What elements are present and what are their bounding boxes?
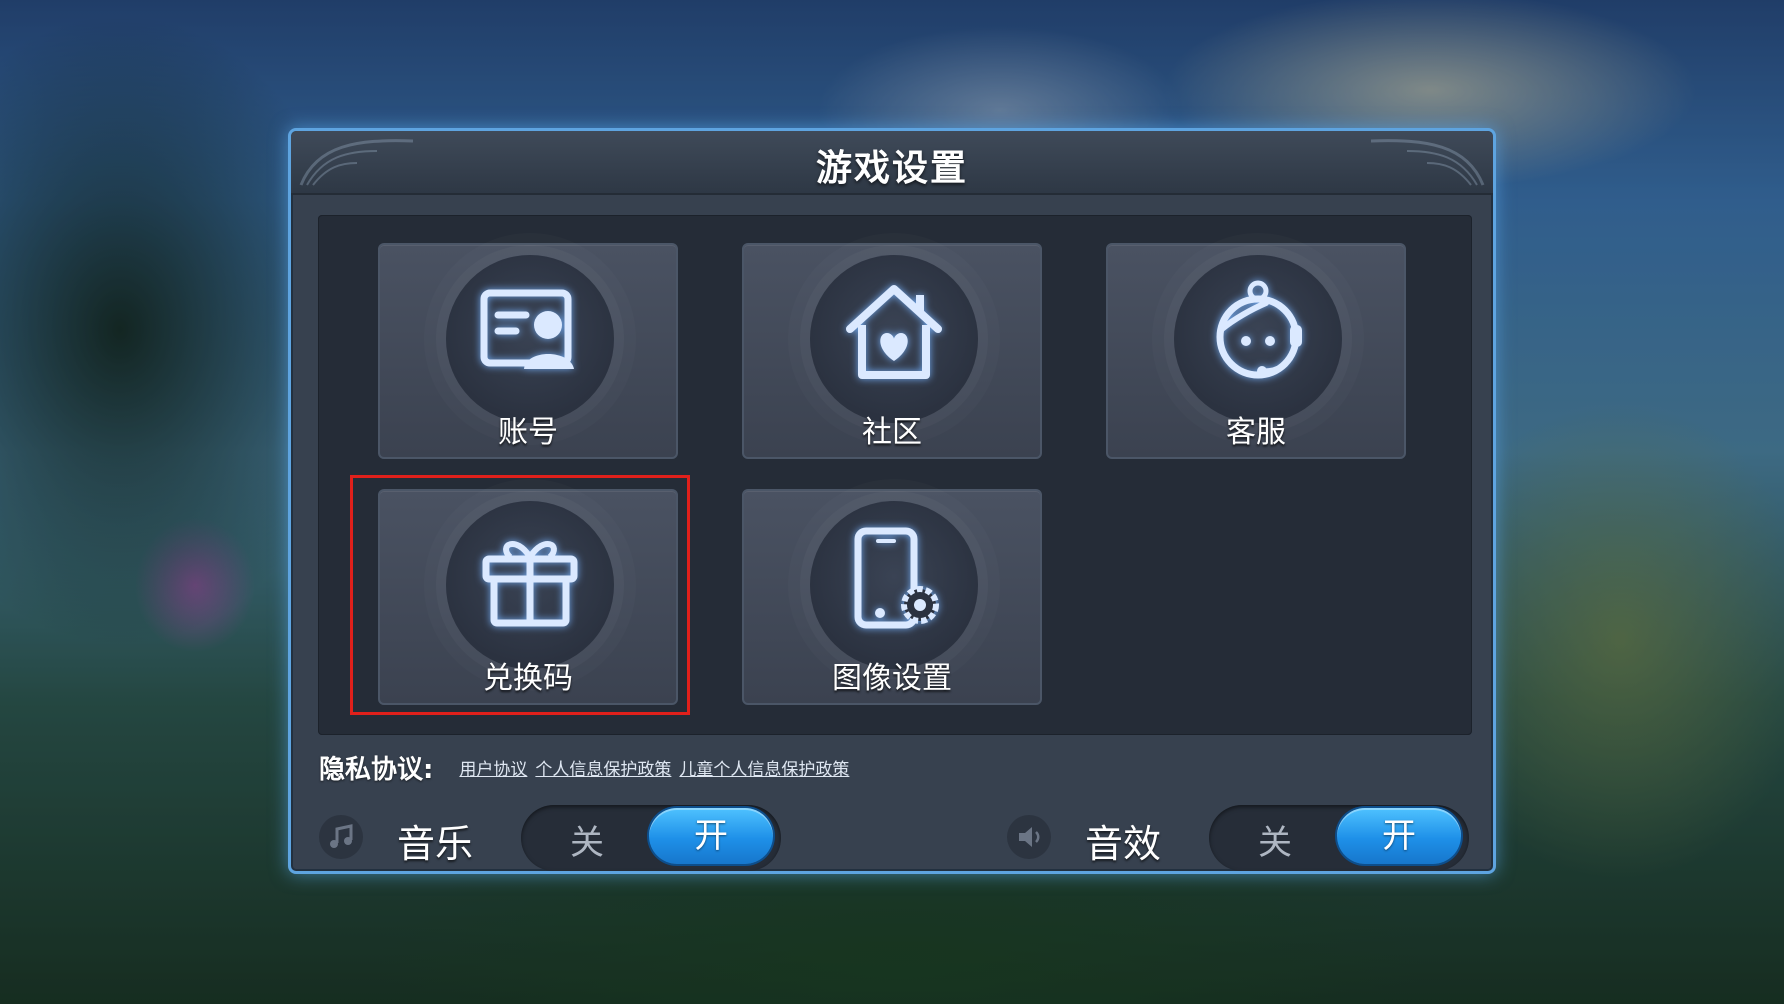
user-agreement-link[interactable]: 用户协议 <box>459 755 527 780</box>
music-note-icon <box>319 815 363 859</box>
music-toggle[interactable]: 关 开 <box>521 805 781 871</box>
music-label: 音乐 <box>397 822 474 866</box>
community-tile[interactable]: 社区 <box>742 243 1042 459</box>
icon-disc <box>810 255 978 423</box>
sound-off-option[interactable]: 关 <box>1243 815 1307 864</box>
graphics-settings-tile[interactable]: 图像设置 <box>742 489 1042 705</box>
sound-effects-setting: 音效 关 开 <box>1007 801 1473 871</box>
tile-label: 图像设置 <box>832 661 952 696</box>
icon-disc <box>446 255 614 423</box>
privacy-policy-link[interactable]: 个人信息保护政策 <box>535 755 671 780</box>
selection-highlight <box>350 475 690 715</box>
dialog-header: 游戏设置 <box>291 131 1493 195</box>
sound-effects-toggle[interactable]: 关 开 <box>1209 805 1469 871</box>
sound-effects-label: 音效 <box>1085 822 1162 866</box>
tile-label: 账号 <box>498 415 558 450</box>
child-privacy-policy-link[interactable]: 儿童个人信息保护政策 <box>679 755 849 780</box>
settings-dialog: 游戏设置 账号 社区 客服 兑换码 图像设置 隐私协议: 用户协议 个人信息保护… <box>288 128 1496 874</box>
account-card-icon <box>480 289 574 369</box>
music-setting: 音乐 关 开 <box>319 801 781 871</box>
music-on-option[interactable]: 开 <box>649 808 773 864</box>
account-tile[interactable]: 账号 <box>378 243 678 459</box>
music-off-option[interactable]: 关 <box>555 815 619 864</box>
tile-label: 客服 <box>1226 415 1286 450</box>
tile-label: 社区 <box>862 415 922 450</box>
privacy-row: 隐私协议: 用户协议 个人信息保护政策 儿童个人信息保护政策 <box>319 747 857 787</box>
dialog-title: 游戏设置 <box>815 148 968 189</box>
customer-service-tile[interactable]: 客服 <box>1106 243 1406 459</box>
audio-settings-row: 音乐 关 开 音效 关 开 <box>319 801 1473 871</box>
sound-on-option[interactable]: 开 <box>1337 808 1461 864</box>
phone-settings-icon <box>854 527 939 629</box>
customer-service-headset-icon <box>1216 280 1302 379</box>
community-house-heart-icon <box>846 285 942 379</box>
privacy-title: 隐私协议: <box>319 754 434 785</box>
icon-disc <box>810 501 978 669</box>
speaker-icon <box>1007 815 1051 859</box>
icon-disc <box>1174 255 1342 423</box>
